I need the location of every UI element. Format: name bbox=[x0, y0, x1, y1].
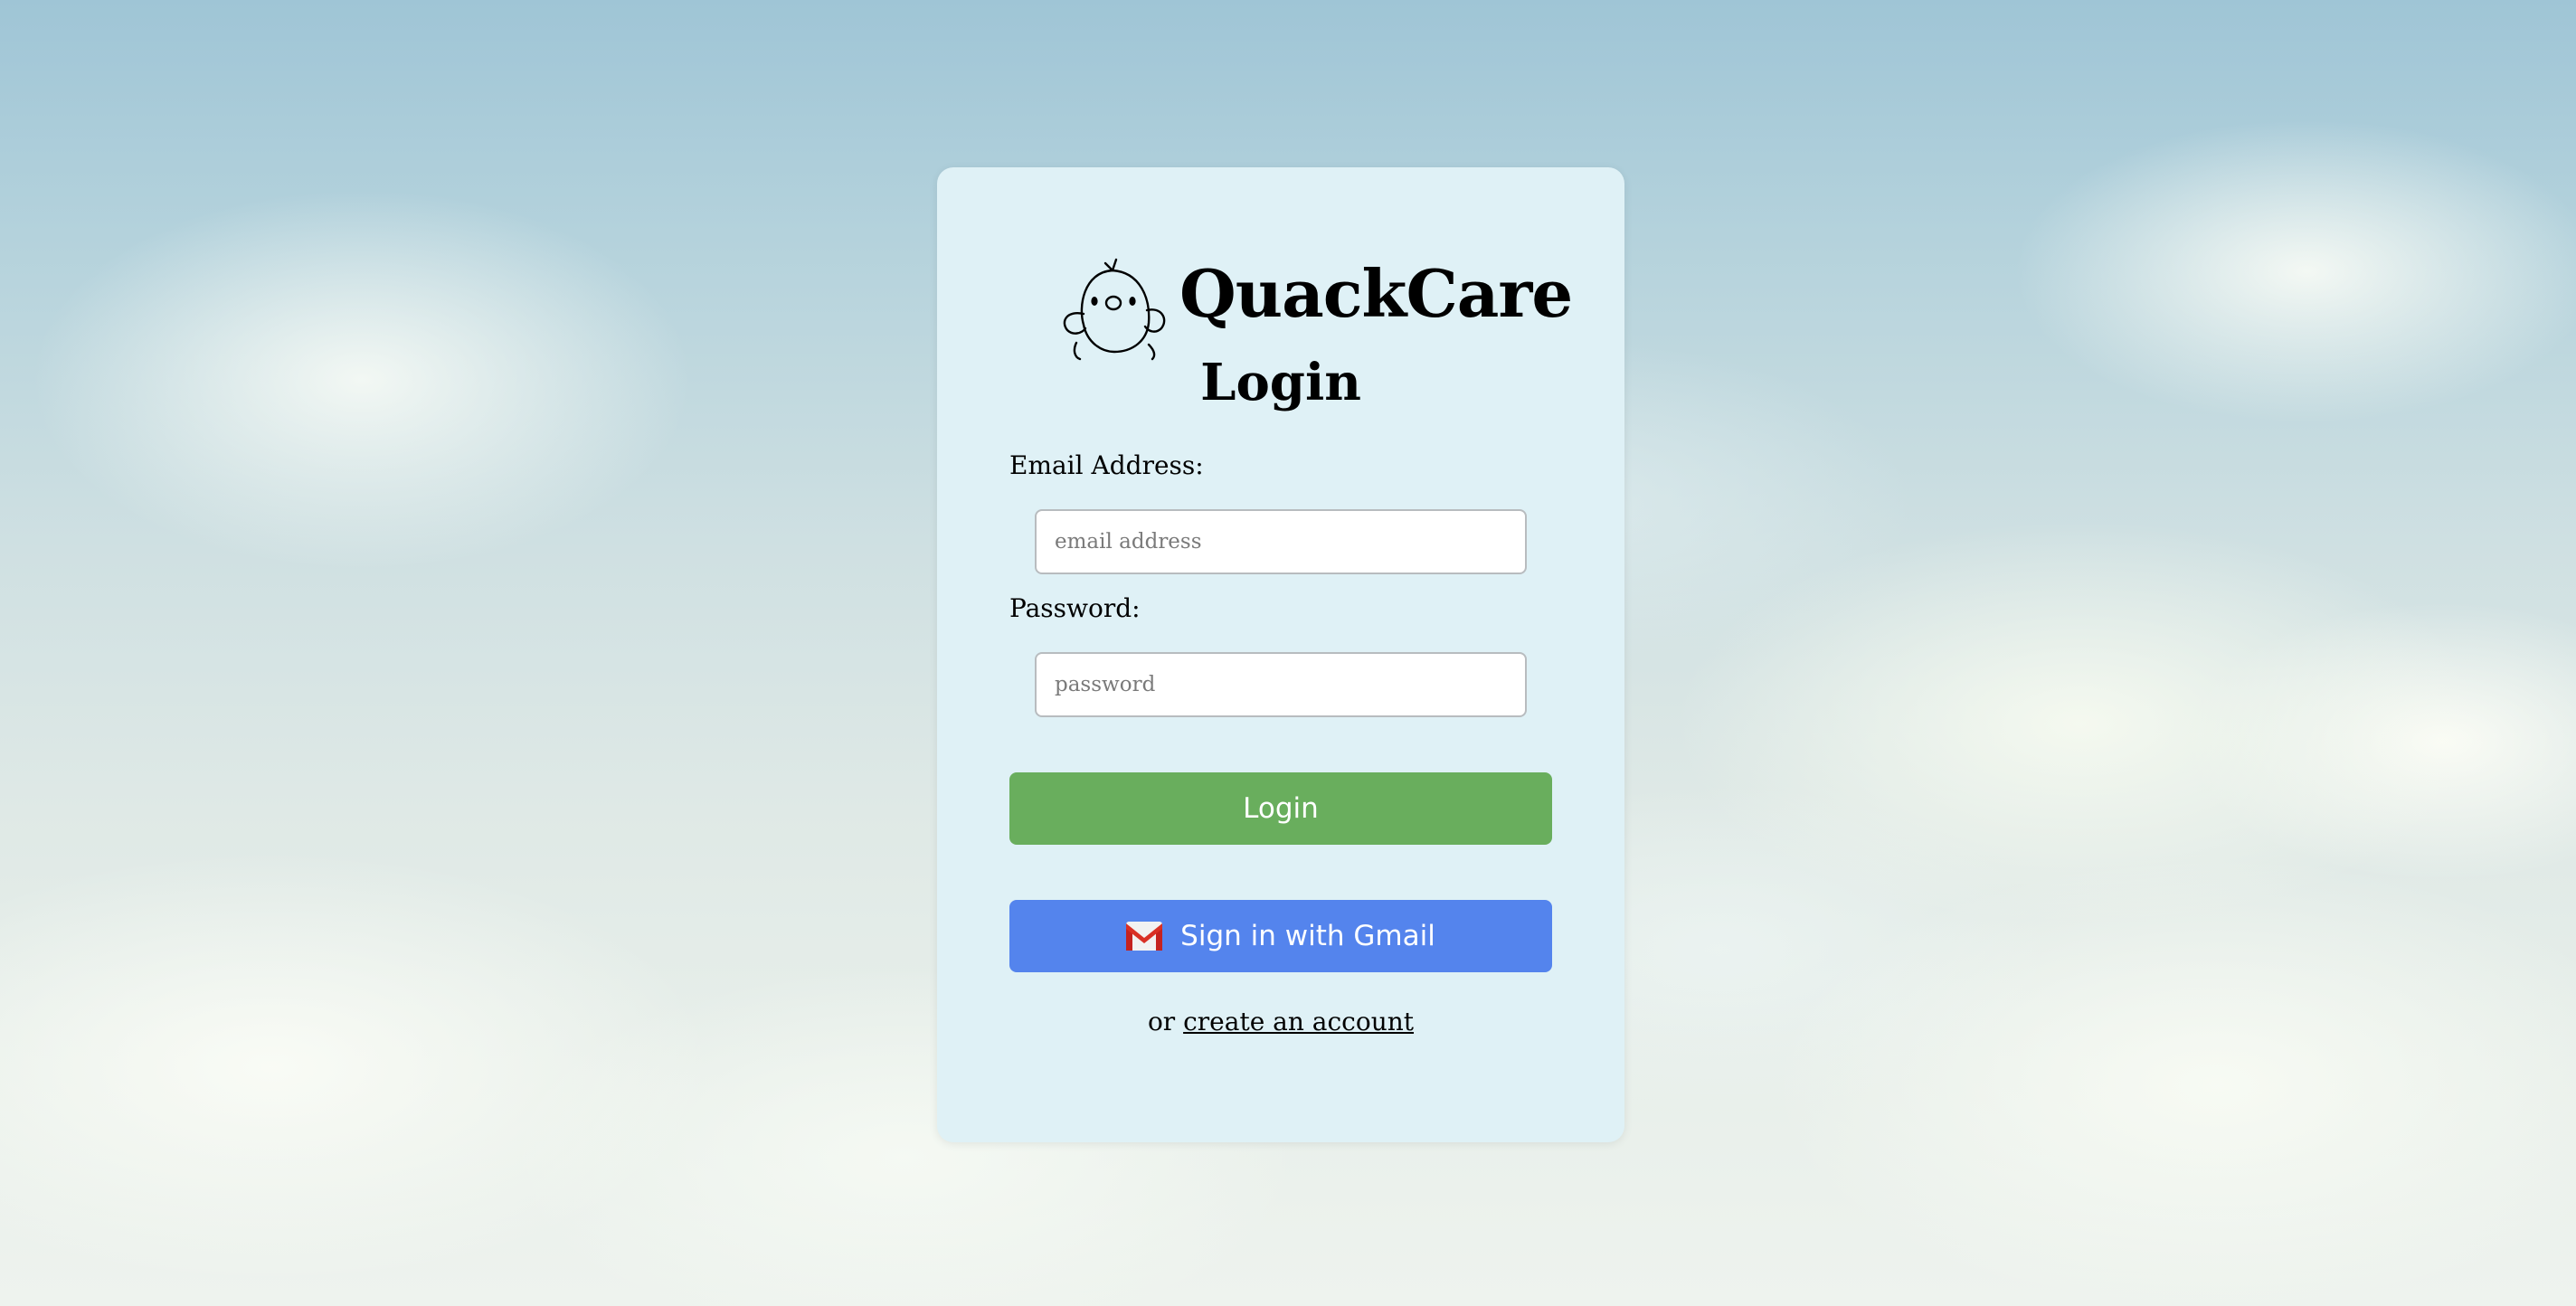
duck-icon bbox=[1063, 258, 1166, 361]
password-label: Password: bbox=[1009, 593, 1141, 623]
brand-name: QuackCare bbox=[1179, 254, 1573, 332]
gmail-button-label: Sign in with Gmail bbox=[1180, 920, 1435, 952]
email-field[interactable] bbox=[1035, 509, 1527, 574]
login-button-label: Login bbox=[1243, 792, 1319, 825]
page-title: Login bbox=[1200, 353, 1361, 412]
signup-prefix: or bbox=[1147, 1007, 1176, 1036]
login-button[interactable]: Login bbox=[1009, 772, 1552, 845]
gmail-signin-button[interactable]: Sign in with Gmail bbox=[1009, 900, 1552, 972]
gmail-icon bbox=[1126, 922, 1163, 951]
password-field[interactable] bbox=[1035, 652, 1527, 717]
login-card: QuackCare Login Email Address: Password:… bbox=[937, 167, 1624, 1142]
brand-header: QuackCare bbox=[1056, 249, 1573, 366]
email-label: Email Address: bbox=[1009, 450, 1204, 480]
signup-line: or create an account bbox=[937, 1007, 1624, 1036]
create-account-link[interactable]: create an account bbox=[1183, 1007, 1414, 1036]
